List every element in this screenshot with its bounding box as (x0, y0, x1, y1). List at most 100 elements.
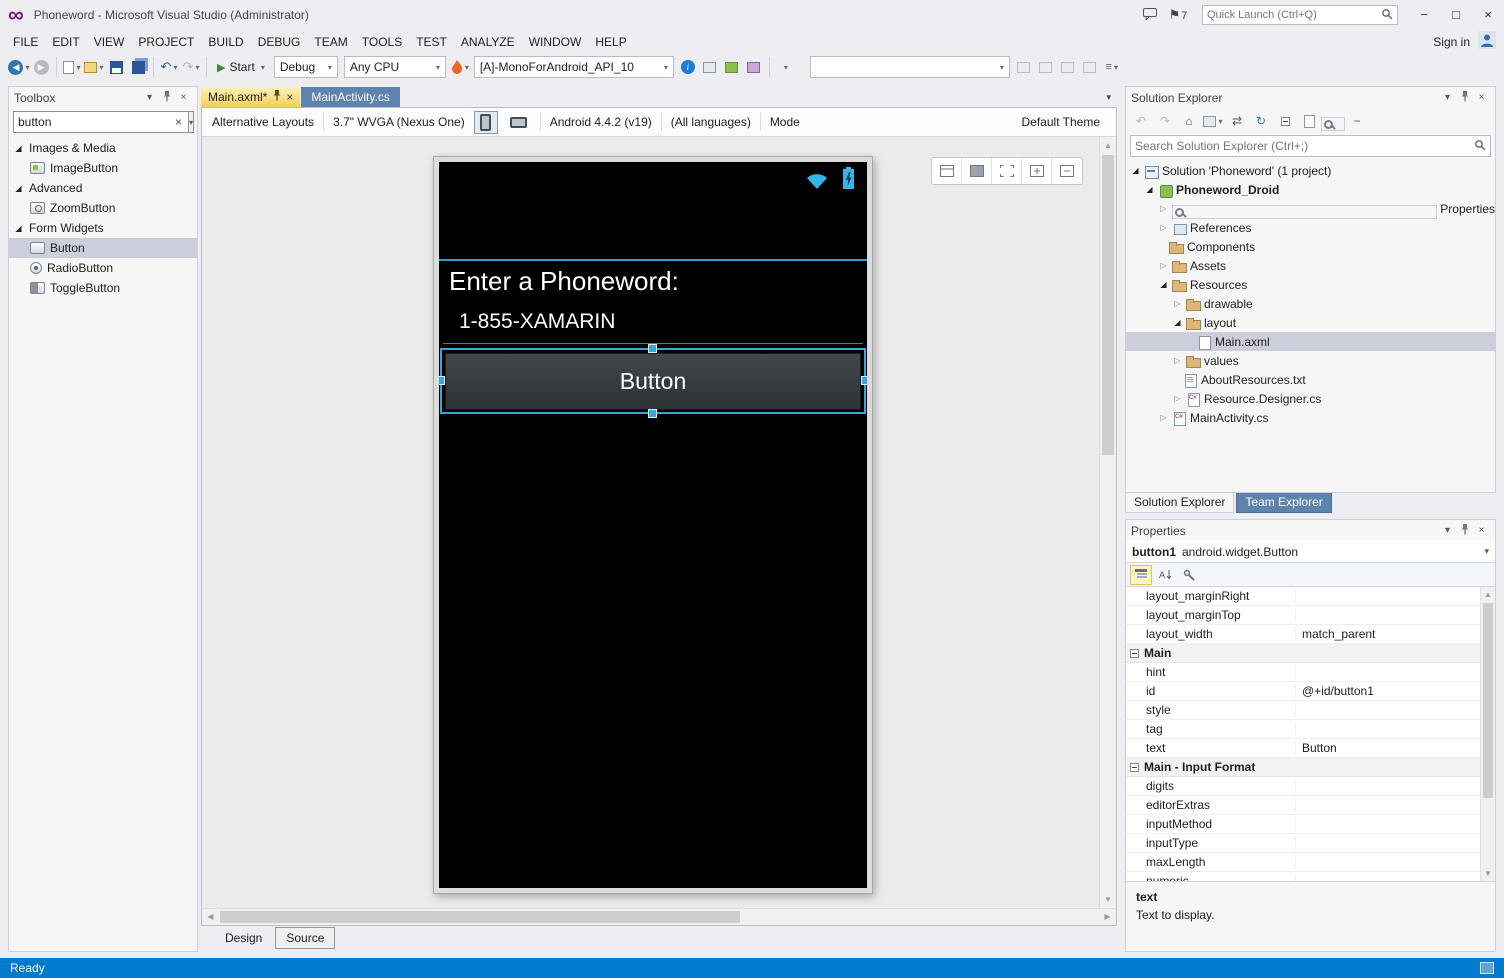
user-avatar-icon[interactable] (1478, 31, 1496, 52)
toolbox-item-button[interactable]: Button (9, 238, 197, 258)
property-row[interactable]: digits (1126, 777, 1480, 796)
pin-icon[interactable] (1456, 523, 1473, 538)
alternative-layouts-button[interactable]: Alternative Layouts (212, 115, 314, 129)
toolbar-options-overflow-icon[interactable]: ≡ ▾ (1101, 56, 1123, 78)
menu-file[interactable]: FILE (6, 32, 45, 52)
resize-handle-left[interactable] (439, 376, 445, 385)
device-screen[interactable]: Enter a Phoneword: 1-855-XAMARIN Button (439, 162, 867, 888)
resize-handle-bottom[interactable] (648, 409, 657, 418)
tree-item-project[interactable]: Phoneword_Droid (1126, 180, 1495, 199)
mode-selector[interactable]: Mode (770, 115, 800, 129)
menu-test[interactable]: TEST (409, 32, 454, 52)
tree-item-assets[interactable]: Assets (1126, 256, 1495, 275)
scrollbar-thumb[interactable] (220, 911, 740, 923)
new-file-icon[interactable]: ▾ (61, 56, 83, 78)
split-view-icon[interactable] (932, 158, 962, 184)
start-debug-button[interactable]: ▶ Start ▾ (211, 56, 271, 78)
menu-window[interactable]: WINDOW (522, 32, 589, 52)
property-row[interactable]: layout_marginTop (1126, 606, 1480, 625)
navigate-forward-icon[interactable]: ▶ (30, 56, 52, 78)
property-row-text[interactable]: text Button (1126, 739, 1480, 758)
match-case-icon[interactable] (1013, 56, 1035, 78)
sdk-manager-icon[interactable] (743, 56, 765, 78)
toolbox-item-zoombutton[interactable]: ZoomButton (9, 198, 197, 218)
forward-icon[interactable]: ↷ (1153, 110, 1177, 132)
toolbox-item-togglebutton[interactable]: ToggleButton (9, 278, 197, 298)
clear-search-icon[interactable]: × (173, 115, 184, 129)
emulator-manager-icon[interactable] (721, 56, 743, 78)
expander-icon[interactable] (1158, 261, 1169, 270)
collapse-pane-icon[interactable]: − (1345, 110, 1369, 132)
close-tab-icon[interactable]: × (286, 90, 293, 104)
device-selector[interactable]: 3.7" WVGA (Nexus One) (333, 115, 465, 129)
zoom-out-icon[interactable] (1052, 158, 1082, 184)
menu-help[interactable]: HELP (588, 32, 633, 52)
property-row[interactable]: editorExtras (1126, 796, 1480, 815)
expander-icon[interactable] (1172, 299, 1183, 308)
property-value[interactable]: @+id/button1 (1296, 684, 1480, 698)
menu-tools[interactable]: TOOLS (355, 32, 409, 52)
pin-icon[interactable] (158, 90, 175, 105)
horizontal-scrollbar[interactable]: ◀ ▶ (202, 908, 1116, 925)
solution-explorer-tab[interactable]: Solution Explorer (1125, 493, 1235, 513)
tab-main-axml[interactable]: Main.axml* × (201, 87, 301, 107)
toolbox-section-advanced[interactable]: Advanced (9, 178, 197, 198)
toolbox-search-input[interactable] (18, 115, 173, 129)
expander-icon[interactable] (1158, 280, 1169, 289)
tab-mainactivity-cs[interactable]: MainActivity.cs (301, 87, 400, 107)
expander-icon[interactable] (1144, 185, 1155, 194)
expander-icon[interactable] (1172, 356, 1183, 365)
expander-icon[interactable] (13, 144, 24, 153)
property-row[interactable]: hint (1126, 663, 1480, 682)
theme-selector[interactable]: Default Theme (1022, 115, 1107, 129)
quick-launch[interactable] (1202, 5, 1398, 25)
zoom-in-icon[interactable] (1022, 158, 1052, 184)
property-category-input-format[interactable]: Main - Input Format (1126, 758, 1480, 777)
tree-item-drawable[interactable]: drawable (1126, 294, 1495, 313)
toolbox-header[interactable]: Toolbox ▾ × (9, 87, 197, 108)
sync-with-active-document-icon[interactable]: ⇄ (1225, 110, 1249, 132)
collapse-category-icon[interactable] (1130, 648, 1139, 658)
scroll-left-icon[interactable]: ◀ (202, 909, 219, 925)
property-row[interactable]: inputType (1126, 834, 1480, 853)
team-explorer-tab[interactable]: Team Explorer (1236, 493, 1332, 513)
collapse-all-icon[interactable] (1273, 110, 1297, 132)
property-row[interactable]: numeric (1126, 872, 1480, 881)
expander-icon[interactable] (13, 184, 24, 193)
phoneword-label[interactable]: Enter a Phoneword: (449, 266, 679, 297)
categorized-view-icon[interactable] (1130, 564, 1152, 585)
tree-item-mainactivity[interactable]: MainActivity.cs (1126, 408, 1495, 427)
save-icon[interactable] (105, 56, 127, 78)
tab-list-dropdown-icon[interactable]: ▾ (1106, 92, 1111, 103)
platform-combo[interactable]: Any CPU ▾ (343, 56, 446, 78)
design-surface[interactable]: Enter a Phoneword: 1-855-XAMARIN Button (202, 137, 1116, 908)
android-version-selector[interactable]: Android 4.4.2 (v19) (550, 115, 652, 129)
expander-icon[interactable] (1172, 318, 1183, 327)
design-tab[interactable]: Design (215, 928, 272, 948)
pin-icon[interactable] (1456, 90, 1473, 105)
redo-icon[interactable]: ↷ ▾ (180, 56, 202, 78)
expander-icon[interactable] (1158, 204, 1169, 213)
scroll-up-icon[interactable]: ▲ (1481, 587, 1495, 602)
portrait-orientation-button[interactable] (473, 110, 498, 134)
minimize-button[interactable]: − (1408, 3, 1440, 27)
property-value[interactable]: Button (1296, 741, 1480, 755)
expander-icon[interactable] (1172, 394, 1183, 403)
close-icon[interactable]: × (1473, 92, 1490, 103)
tree-item-aboutresources[interactable]: AboutResources.txt (1126, 370, 1495, 389)
match-word-icon[interactable] (1035, 56, 1057, 78)
scrollbar-thumb[interactable] (1102, 155, 1114, 455)
status-corner-icon[interactable] (1480, 962, 1494, 974)
toolbox-item-imagebutton[interactable]: ImageButton (9, 158, 197, 178)
tree-item-main-axml[interactable]: Main.axml (1126, 332, 1495, 351)
scrollbar-thumb[interactable] (1483, 603, 1493, 798)
info-icon[interactable]: i (677, 56, 699, 78)
home-icon[interactable]: ⌂ (1177, 110, 1201, 132)
chevron-down-icon[interactable]: ▾ (1439, 525, 1456, 536)
tree-item-layout[interactable]: layout (1126, 313, 1495, 332)
menu-analyze[interactable]: ANALYZE (454, 32, 522, 52)
scroll-down-icon[interactable]: ▼ (1481, 866, 1495, 881)
property-row[interactable]: tag (1126, 720, 1480, 739)
toolbox-item-radiobutton[interactable]: RadioButton (9, 258, 197, 278)
tree-item-resource-designer[interactable]: Resource.Designer.cs (1126, 389, 1495, 408)
